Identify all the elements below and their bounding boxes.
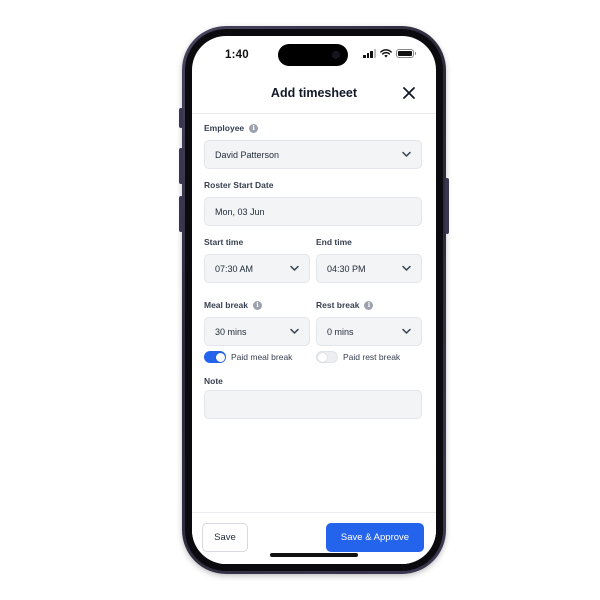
info-icon[interactable]: i — [249, 123, 259, 133]
roster-start-date-label: Roster Start Date — [204, 180, 274, 190]
save-and-approve-button[interactable]: Save & Approve — [326, 523, 424, 552]
paid-meal-break-toggle[interactable] — [204, 351, 226, 363]
meal-break-label: Meal break i — [204, 300, 262, 310]
status-time: 1:40 — [225, 49, 249, 61]
chevron-down-icon — [290, 328, 299, 334]
chevron-down-icon — [402, 265, 411, 271]
info-icon[interactable]: i — [252, 300, 262, 310]
end-time-label: End time — [316, 237, 352, 247]
signal-icon — [363, 49, 376, 58]
chevron-down-icon — [402, 151, 411, 157]
roster-start-date-field[interactable]: Mon, 03 Jun — [204, 197, 422, 226]
wifi-icon — [380, 49, 392, 58]
employee-select[interactable]: David Patterson — [204, 140, 422, 169]
silent-switch — [179, 108, 183, 128]
camera-icon — [332, 51, 340, 59]
roster-start-date-value: Mon, 03 Jun — [215, 206, 265, 217]
employee-value: David Patterson — [215, 149, 280, 160]
rest-break-label: Rest break i — [316, 300, 374, 310]
start-time-value: 07:30 AM — [215, 263, 254, 274]
volume-up-button — [179, 148, 183, 184]
note-label: Note — [204, 376, 223, 386]
battery-icon — [396, 49, 416, 58]
start-time-label: Start time — [204, 237, 244, 247]
meal-break-select[interactable]: 30 mins — [204, 317, 310, 346]
volume-down-button — [179, 196, 183, 232]
paid-rest-break-label: Paid rest break — [343, 352, 401, 362]
info-icon[interactable]: i — [364, 300, 374, 310]
end-time-select[interactable]: 04:30 PM — [316, 254, 422, 283]
close-icon[interactable] — [402, 86, 416, 100]
home-indicator — [270, 553, 358, 557]
dynamic-island — [278, 44, 348, 66]
start-time-select[interactable]: 07:30 AM — [204, 254, 310, 283]
paid-rest-break-toggle[interactable] — [316, 351, 338, 363]
rest-break-select[interactable]: 0 mins — [316, 317, 422, 346]
paid-meal-break-label: Paid meal break — [231, 352, 293, 362]
phone-screen: 1:40 Add timesheet Employee i David Patt… — [192, 36, 436, 564]
page-title: Add timesheet — [270, 86, 358, 100]
power-button — [445, 178, 449, 234]
meal-break-value: 30 mins — [215, 326, 247, 337]
save-button[interactable]: Save — [202, 523, 248, 552]
modal-header: Add timesheet — [192, 78, 436, 114]
end-time-value: 04:30 PM — [327, 263, 366, 274]
employee-label: Employee i — [204, 123, 259, 133]
chevron-down-icon — [402, 328, 411, 334]
note-input[interactable] — [204, 390, 422, 419]
status-icons — [363, 49, 416, 58]
chevron-down-icon — [290, 265, 299, 271]
rest-break-value: 0 mins — [327, 326, 354, 337]
